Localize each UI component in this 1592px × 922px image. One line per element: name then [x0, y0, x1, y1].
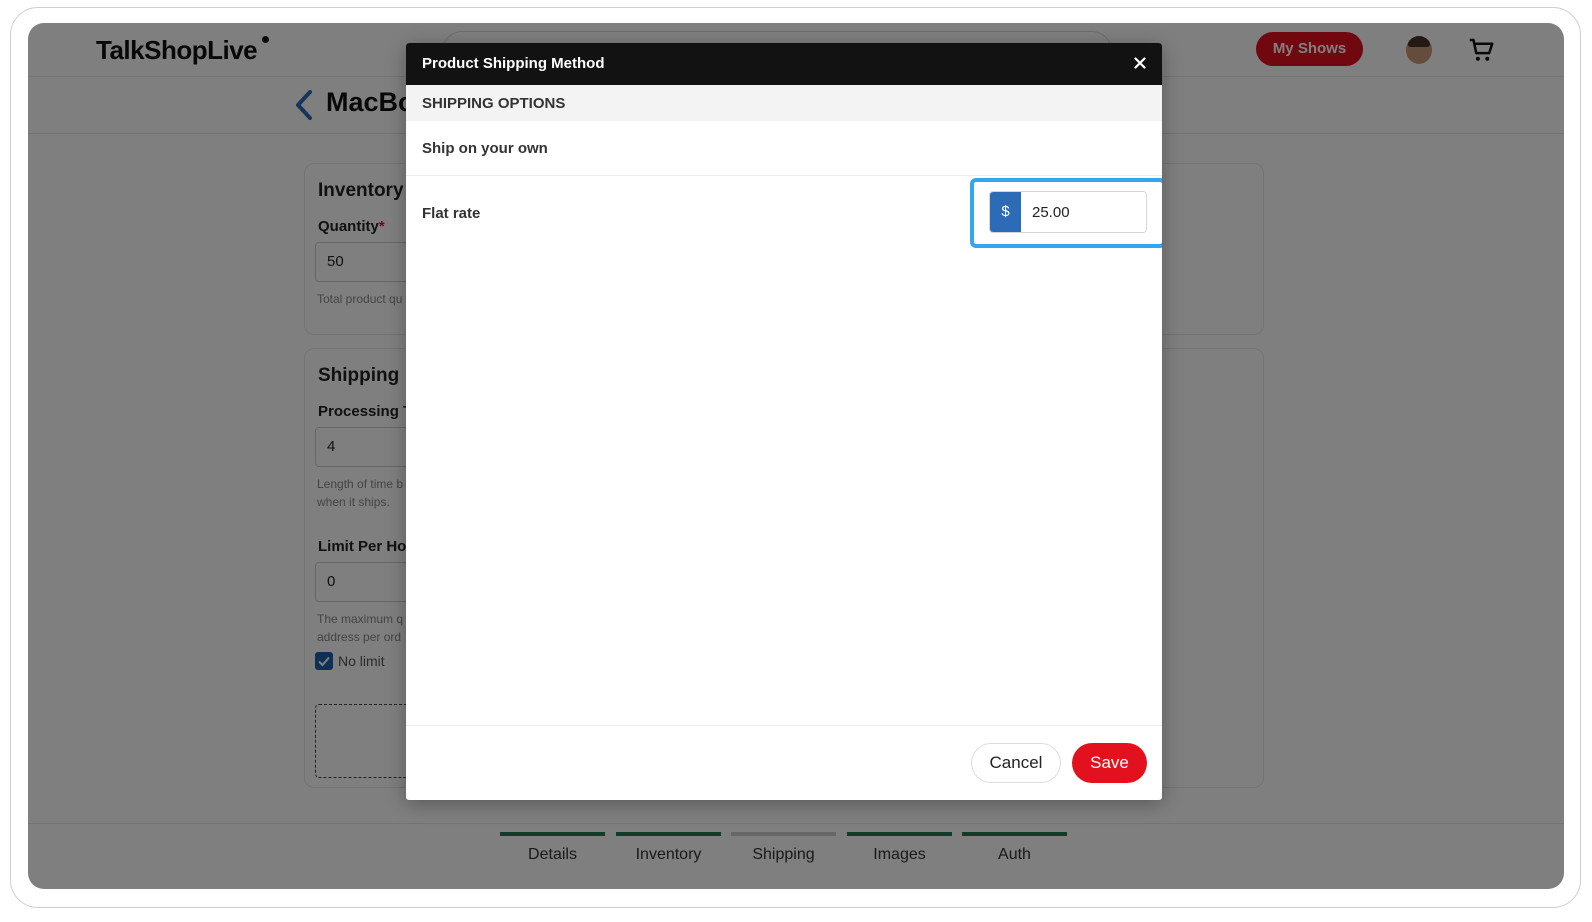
modal-title: Product Shipping Method [422, 55, 605, 72]
divider [406, 725, 1162, 726]
ship-on-your-own-label: Ship on your own [422, 140, 548, 157]
shipping-options-header: SHIPPING OPTIONS [406, 85, 1162, 121]
save-button[interactable]: Save [1072, 743, 1147, 783]
flat-rate-input[interactable] [1021, 192, 1146, 232]
currency-addon: $ [990, 192, 1021, 232]
app-viewport: TalkShopLive My Shows MacBo Inventory Qu… [28, 23, 1564, 889]
shipping-options-label: SHIPPING OPTIONS [422, 95, 566, 112]
close-icon[interactable] [1132, 55, 1148, 71]
modal-header: Product Shipping Method [406, 43, 1162, 85]
divider [406, 175, 1162, 176]
flat-rate-input-group: $ [989, 191, 1147, 233]
flat-rate-label: Flat rate [422, 205, 481, 222]
cancel-button[interactable]: Cancel [971, 743, 1061, 783]
shipping-method-modal: Product Shipping Method SHIPPING OPTIONS… [406, 43, 1162, 800]
